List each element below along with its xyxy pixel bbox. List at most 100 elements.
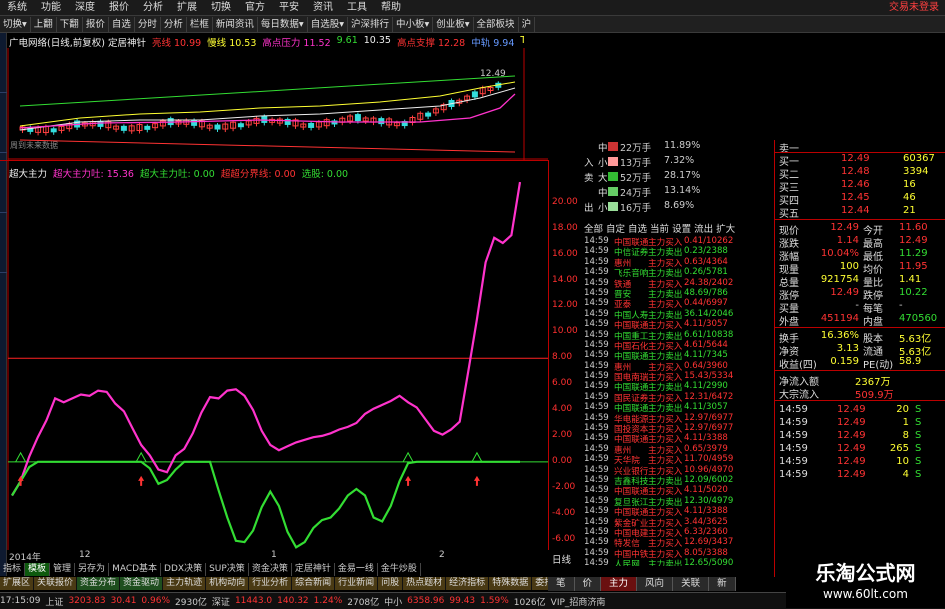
ticker-row[interactable]: 14:59 中国联通 主力买入 0.41/10262	[584, 236, 774, 248]
indicator-tab[interactable]: MACD基本	[109, 563, 162, 576]
ticker-row[interactable]: 14:59 中国人寿 主力卖出 36.14/2046	[584, 309, 774, 321]
trade-side: S	[915, 430, 922, 441]
menu-item[interactable]: 官方	[238, 0, 272, 16]
menu-item[interactable]: 平安	[272, 0, 306, 16]
ticker-row[interactable]: 14:59 中国中铁 主力买入 8.05/3388	[584, 548, 774, 560]
ticker-row[interactable]: 14:59 惠州 主力买入 0.65/3979	[584, 444, 774, 456]
toolbar-button[interactable]: 创业板▾	[433, 16, 474, 32]
distribution-volume: 22万手	[620, 143, 652, 154]
ticker-row[interactable]: 14:59 国投资本 主力买入 12.97/6977	[584, 423, 774, 435]
indicator-tab[interactable]: DDX决策	[161, 563, 207, 576]
toolbar-button[interactable]: 报价	[83, 16, 109, 32]
extension-tab[interactable]: 经济指标	[446, 577, 490, 590]
extension-tab[interactable]: 问股	[378, 577, 404, 590]
extension-tab[interactable]: 行业新闻	[335, 577, 379, 590]
indicator-tab[interactable]: 金牛炒股	[378, 563, 421, 576]
ticker-row[interactable]: 14:59 惠州 主力买入 0.63/4364	[584, 256, 774, 269]
detail-tab[interactable]: 笔	[548, 577, 575, 591]
indicator-tab[interactable]: 资金决策	[249, 563, 292, 576]
toolbar-button[interactable]: 沪深排行	[348, 16, 393, 32]
extension-tab[interactable]: 关联报价	[34, 577, 78, 590]
extension-tab[interactable]: 资金驱动	[120, 577, 164, 590]
detail-tab[interactable]: 新	[709, 577, 736, 591]
extension-tab[interactable]: 行业分析	[249, 577, 293, 590]
toolbar-button[interactable]: 沪	[519, 16, 536, 32]
toolbar-button[interactable]: 分时	[135, 16, 161, 32]
ticker-row[interactable]: 14:59 紫金矿业 主力买入 3.44/3625	[584, 517, 774, 529]
ticker-row[interactable]: 14:59 复旦张江 主力卖出 12.30/4979	[584, 496, 774, 508]
distribution-menu[interactable]: 全部 自定 自选 当前 设置 流出 扩大	[584, 221, 735, 235]
extension-tab[interactable]: 机构动向	[206, 577, 250, 590]
menu-item[interactable]: 深度	[68, 0, 102, 16]
status-item: 3203.83	[68, 596, 106, 606]
detail-tab[interactable]: 价	[574, 577, 602, 591]
quote-stat-value: 11.95	[899, 261, 928, 272]
extension-tab[interactable]: 资金分布	[77, 577, 121, 590]
menu-item[interactable]: 帮助	[374, 0, 408, 16]
menu-item[interactable]: 分析	[136, 0, 170, 16]
ticker-row[interactable]: 14:59 兴业银行 主力买入 10.96/4970	[584, 465, 774, 477]
ticker-row[interactable]: 14:59 中国重工 主力卖出 6.61/10838	[584, 330, 774, 342]
menu-item[interactable]: 功能	[34, 0, 68, 16]
detail-tab[interactable]: 主力	[601, 577, 638, 591]
ticker-row[interactable]: 14:59 中国联通 主力买入 4.11/5020	[584, 485, 774, 497]
ticker-row[interactable]: 14:59 国民证券 主力买入 12.31/6472	[584, 392, 774, 404]
toolbar-button[interactable]: 上翻	[31, 16, 57, 32]
toolbar-button[interactable]: 自选股▾	[308, 16, 348, 32]
indicator-tab[interactable]: 指标	[0, 563, 26, 576]
ticker-row[interactable]: 14:59 天华院 主力买入 11.70/4959	[584, 454, 774, 466]
menu-item[interactable]: 资讯	[306, 0, 340, 16]
ticker-row[interactable]: 14:59 中国电建 主力买入 6.33/2360	[584, 527, 774, 539]
ticker-row[interactable]: 14:59 吉鑫科技 主力卖出 12.09/6002	[584, 475, 774, 487]
toolbar-button[interactable]: 中小板▾	[393, 16, 434, 32]
login-status[interactable]: 交易未登录	[882, 0, 945, 16]
extension-tab[interactable]: 热点题材	[403, 577, 447, 590]
ticker-row[interactable]: 14:59 惠州 主力买入 0.64/3960	[584, 361, 774, 373]
toolbar-button[interactable]: 新闻资讯	[213, 16, 258, 32]
menu-item[interactable]: 报价	[102, 0, 136, 16]
kline-chart[interactable]: 12.49 周到未来数据	[0, 48, 548, 160]
indicator-tab[interactable]: 另存为	[75, 563, 110, 576]
detail-tab[interactable]: 风向	[637, 577, 674, 591]
ticker-row[interactable]: 14:59 中国联通 主力买入 4.11/3388	[584, 433, 774, 445]
ticker-volume: 0.63/4364	[684, 256, 728, 267]
indicator-tab[interactable]: 管理	[50, 563, 76, 576]
extension-tab[interactable]: 综合新闻	[292, 577, 336, 590]
ticker-row[interactable]: 14:59 铁通 主力买入 24.38/2402	[584, 278, 774, 290]
ticker-row[interactable]: 14:59 中国联通 主力卖出 4.11/3057	[584, 402, 774, 414]
indicator-tabs: 指标 模板 管理 另存为 MACD基本 DDX决策 SUP决策 资金决策 定居神针 金易一线 金牛炒…	[0, 563, 560, 576]
ticker-row[interactable]: 14:59 中国石化 主力买入 4.61/5644	[584, 340, 774, 352]
menu-item[interactable]: 切换	[204, 0, 238, 16]
ticker-row[interactable]: 14:59 国电南瑞 主力买入 15.43/5334	[584, 371, 774, 383]
menu-item[interactable]: 系统	[0, 0, 34, 16]
menu-item[interactable]: 工具	[340, 0, 374, 16]
ticker-row[interactable]: 14:59 特发信 主力买入 12.69/3437	[584, 537, 774, 549]
ticker-row[interactable]: 14:59 中国联通 主力买入 4.11/3057	[584, 319, 774, 331]
indicator-tab[interactable]: 金易一线	[335, 563, 378, 576]
toolbar-button[interactable]: 自选	[109, 16, 135, 32]
indicator-tab[interactable]: 定居神针	[292, 563, 335, 576]
ticker-row[interactable]: 14:59 飞乐音响 主力卖出 0.26/5781	[584, 267, 774, 279]
toolbar-button[interactable]: 下翻	[57, 16, 83, 32]
ticker-row[interactable]: 14:59 华电能源 主力买入 12.97/6977	[584, 413, 774, 425]
ticker-row[interactable]: 14:59 人民网 主力卖出 12.65/5090	[584, 558, 774, 566]
indicator-chart[interactable]	[0, 160, 548, 550]
detail-tab[interactable]: 关联	[673, 577, 710, 591]
indicator-tab[interactable]: SUP决策	[206, 563, 249, 576]
ticker-row[interactable]: 14:59 亚泰 主力买入 0.44/6997	[584, 298, 774, 310]
toolbar-button[interactable]: 切换▾	[0, 16, 31, 32]
indicator-tab[interactable]: 模板	[25, 563, 51, 576]
extension-tab[interactable]: 扩展区	[0, 577, 35, 590]
ticker-row[interactable]: 14:59 中国联通 主力买入 4.11/3388	[584, 506, 774, 518]
toolbar-button[interactable]: 每日数据▾	[258, 16, 308, 32]
ticker-row[interactable]: 14:59 中信证券 主力卖出 0.23/2388	[584, 246, 774, 258]
ticker-row[interactable]: 14:59 中国联通 主力卖出 4.11/7345	[584, 350, 774, 362]
ticker-row[interactable]: 14:59 中国联通 主力卖出 4.11/2990	[584, 381, 774, 393]
extension-tab[interactable]: 特殊数据	[489, 577, 533, 590]
toolbar-button[interactable]: 分析	[161, 16, 187, 32]
ticker-row[interactable]: 14:59 晋安 主力卖出 48.69/786	[584, 288, 774, 300]
toolbar-button[interactable]: 栏框	[187, 16, 213, 32]
extension-tab[interactable]: 主力轨迹	[163, 577, 207, 590]
menu-item[interactable]: 扩展	[170, 0, 204, 16]
toolbar-button[interactable]: 全部板块	[474, 16, 519, 32]
